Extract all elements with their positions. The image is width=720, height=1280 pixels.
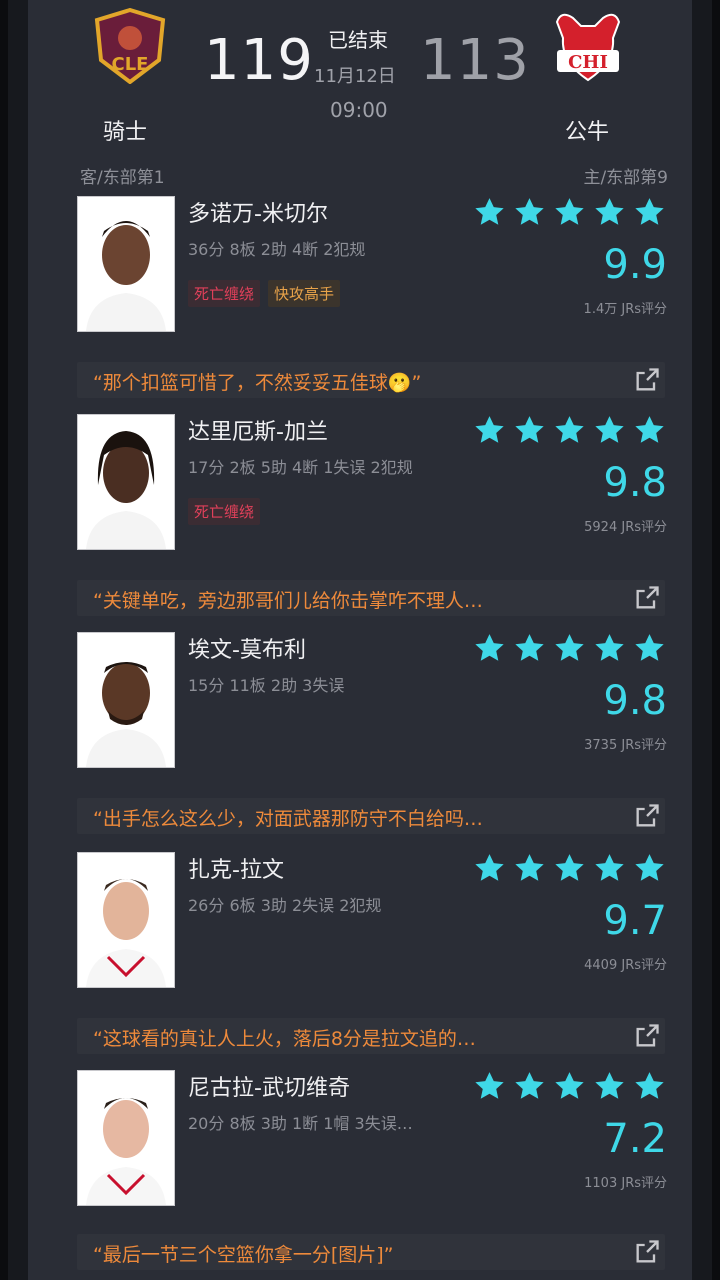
player-tags: 死亡缠绕 — [188, 498, 261, 525]
rating-count: 3735 JRs评分 — [584, 738, 667, 753]
player-stats: 36分 8板 2助 4断 2犯规 — [188, 240, 366, 259]
share-icon[interactable] — [633, 366, 661, 394]
comment-text: “关键单吃，旁边那哥们儿给你击掌咋不理人… — [93, 590, 483, 612]
rating-stars[interactable] — [472, 632, 667, 665]
star-icon[interactable] — [472, 414, 507, 447]
star-icon[interactable] — [512, 196, 547, 229]
star-icon[interactable] — [632, 852, 667, 885]
star-icon[interactable] — [552, 414, 587, 447]
right-frame — [692, 0, 720, 1280]
player-rating: 9.7 — [603, 898, 667, 944]
home-score: 113 — [420, 28, 530, 93]
player-tag: 快攻高手 — [268, 280, 341, 307]
home-team-rank: 主/东部第9 — [583, 168, 668, 188]
star-icon[interactable] — [512, 852, 547, 885]
player-rating: 7.2 — [603, 1116, 667, 1162]
player-stats: 17分 2板 5助 4断 1失误 2犯规 — [188, 458, 413, 477]
chi-abbr: CHI — [568, 52, 608, 73]
left-frame — [0, 0, 28, 1280]
share-icon[interactable] — [633, 802, 661, 830]
game-time: 09:00 — [330, 98, 388, 122]
player-card[interactable]: 扎克-拉文 26分 6板 3助 2失误 2犯规 9.7 4409 JRs评分 — [28, 852, 692, 1002]
share-icon[interactable] — [633, 1238, 661, 1266]
share-icon[interactable] — [633, 1022, 661, 1050]
player-name[interactable]: 达里厄斯-加兰 — [188, 414, 328, 446]
star-icon[interactable] — [632, 196, 667, 229]
cavaliers-logo[interactable]: CLE — [93, 8, 167, 84]
rating-count: 1103 JRs评分 — [584, 1176, 667, 1191]
cle-abbr: CLE — [112, 54, 149, 75]
star-icon[interactable] — [592, 196, 627, 229]
player-tags: 死亡缠绕 快攻高手 — [188, 280, 341, 307]
star-icon[interactable] — [592, 1070, 627, 1103]
star-icon[interactable] — [592, 632, 627, 665]
player-tag: 死亡缠绕 — [188, 498, 261, 525]
star-icon[interactable] — [512, 1070, 547, 1103]
game-date: 11月12日 — [314, 66, 396, 87]
star-icon[interactable] — [592, 852, 627, 885]
player-card[interactable]: 埃文-莫布利 15分 11板 2助 3失误 9.8 3735 JRs评分 — [28, 632, 692, 782]
star-icon[interactable] — [512, 632, 547, 665]
rating-stars[interactable] — [472, 852, 667, 885]
star-icon[interactable] — [632, 414, 667, 447]
player-name[interactable]: 扎克-拉文 — [188, 852, 284, 884]
rating-count: 1.4万 JRs评分 — [583, 302, 667, 317]
player-photo — [77, 1070, 175, 1206]
rating-stars[interactable] — [472, 196, 667, 229]
player-photo — [77, 414, 175, 550]
share-icon[interactable] — [633, 584, 661, 612]
star-icon[interactable] — [552, 196, 587, 229]
rating-stars[interactable] — [472, 414, 667, 447]
player-name[interactable]: 尼古拉-武切维奇 — [188, 1070, 350, 1102]
player-stats: 15分 11板 2助 3失误 — [188, 676, 345, 695]
player-stats: 20分 8板 3助 1断 1帽 3失误… — [188, 1114, 413, 1133]
star-icon[interactable] — [592, 414, 627, 447]
away-score: 119 — [204, 28, 314, 93]
hot-comment[interactable]: “那个扣篮可惜了，不然妥妥五佳球🫢” — [77, 362, 665, 398]
star-icon[interactable] — [632, 1070, 667, 1103]
star-icon[interactable] — [472, 632, 507, 665]
star-icon[interactable] — [472, 1070, 507, 1103]
star-icon[interactable] — [472, 852, 507, 885]
player-photo — [77, 196, 175, 332]
rating-stars[interactable] — [472, 1070, 667, 1103]
player-card[interactable]: 尼古拉-武切维奇 20分 8板 3助 1断 1帽 3失误… 7.2 1103 J… — [28, 1070, 692, 1220]
game-header: CLE CHI 119 已结束 11月12日 09:00 113 骑士 公牛 客… — [28, 0, 692, 196]
player-rating: 9.8 — [603, 678, 667, 724]
star-icon[interactable] — [512, 414, 547, 447]
player-card[interactable]: 达里厄斯-加兰 17分 2板 5助 4断 1失误 2犯规 死亡缠绕 9.8 59… — [28, 414, 692, 564]
rating-count: 4409 JRs评分 — [584, 958, 667, 973]
player-card[interactable]: 多诺万-米切尔 36分 8板 2助 4断 2犯规 死亡缠绕 快攻高手 9.9 1… — [28, 196, 692, 346]
away-team-rank: 客/东部第1 — [80, 168, 165, 188]
star-icon[interactable] — [472, 196, 507, 229]
comment-text: “那个扣篮可惜了，不然妥妥五佳球🫢” — [93, 372, 422, 394]
star-icon[interactable] — [552, 632, 587, 665]
rating-count: 5924 JRs评分 — [584, 520, 667, 535]
player-rating: 9.9 — [603, 242, 667, 288]
player-tag: 死亡缠绕 — [188, 280, 261, 307]
player-name[interactable]: 埃文-莫布利 — [188, 632, 306, 664]
home-team-name[interactable]: 公牛 — [565, 114, 609, 146]
star-icon[interactable] — [552, 852, 587, 885]
star-icon[interactable] — [632, 632, 667, 665]
comment-text: “最后一节三个空篮你拿一分[图片]” — [93, 1244, 394, 1266]
away-team-name[interactable]: 骑士 — [103, 114, 147, 146]
comment-text: “这球看的真让人上火，落后8分是拉文追的… — [93, 1028, 476, 1050]
game-status: 已结束 — [328, 28, 388, 52]
hot-comment[interactable]: “这球看的真让人上火，落后8分是拉文追的… — [77, 1018, 665, 1054]
player-name[interactable]: 多诺万-米切尔 — [188, 196, 328, 228]
hot-comment[interactable]: “最后一节三个空篮你拿一分[图片]” — [77, 1234, 665, 1270]
player-rating: 9.8 — [603, 460, 667, 506]
bulls-logo[interactable]: CHI — [551, 8, 625, 84]
hot-comment[interactable]: “出手怎么这么少，对面武器那防守不白给吗… — [77, 798, 665, 834]
player-photo — [77, 852, 175, 988]
player-stats: 26分 6板 3助 2失误 2犯规 — [188, 896, 382, 915]
player-photo — [77, 632, 175, 768]
hot-comment[interactable]: “关键单吃，旁边那哥们儿给你击掌咋不理人… — [77, 580, 665, 616]
star-icon[interactable] — [552, 1070, 587, 1103]
comment-text: “出手怎么这么少，对面武器那防守不白给吗… — [93, 808, 483, 830]
